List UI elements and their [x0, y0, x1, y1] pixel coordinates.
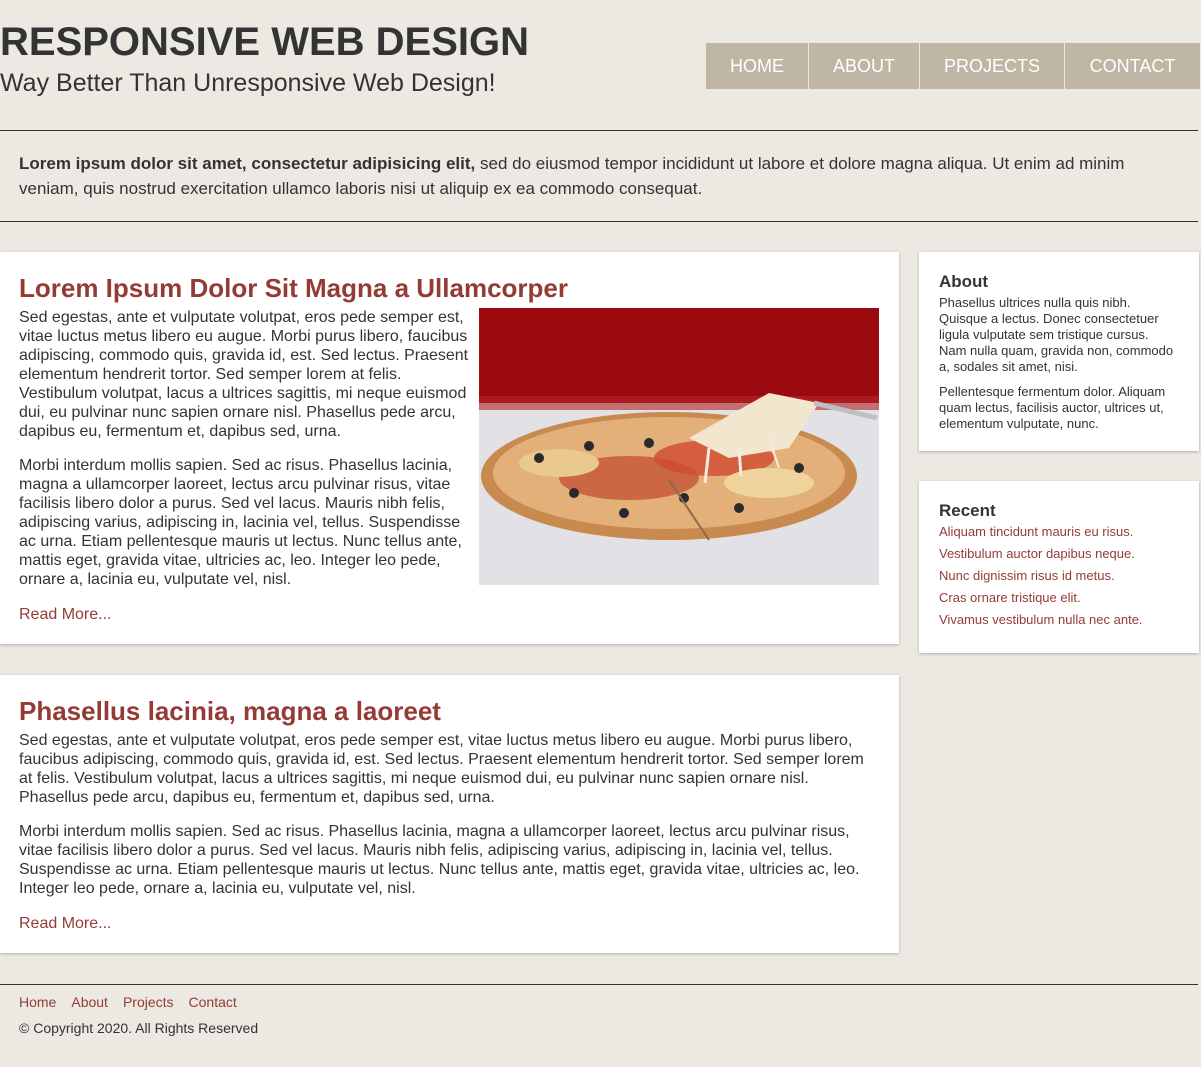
site-tagline: Way Better Than Unresponsive Web Design! [0, 69, 496, 97]
footer-nav: Home About Projects Contact [19, 994, 252, 1010]
footer-link-home[interactable]: Home [19, 994, 56, 1010]
recent-link[interactable]: Vestibulum auctor dapibus neque. [939, 543, 1189, 565]
article-title: Phasellus lacinia, magna a laoreet [19, 696, 441, 726]
footer-link-projects[interactable]: Projects [123, 994, 174, 1010]
footer-divider [0, 984, 1198, 985]
sidebar-heading: Recent [939, 501, 996, 520]
header-divider [0, 130, 1198, 131]
nav-about[interactable]: ABOUT [809, 43, 920, 89]
recent-link[interactable]: Aliquam tincidunt mauris eu risus. [939, 521, 1189, 543]
main-nav: HOME ABOUT PROJECTS CONTACT [706, 43, 1200, 89]
sidebar-paragraph: Pellentesque fermentum dolor. Aliquam qu… [939, 384, 1166, 431]
footer-link-contact[interactable]: Contact [189, 994, 237, 1010]
article-paragraph: Morbi interdum mollis sapien. Sed ac ris… [19, 457, 462, 588]
nav-home[interactable]: HOME [706, 43, 809, 89]
article-card-1: Lorem Ipsum Dolor Sit Magna a Ullamcorpe… [0, 252, 899, 644]
article-card-2: Phasellus lacinia, magna a laoreet Sed e… [0, 675, 899, 953]
sidebar-recent: Recent Aliquam tincidunt mauris eu risus… [919, 481, 1199, 653]
read-more-link[interactable]: Read More... [19, 915, 111, 933]
nav-contact[interactable]: CONTACT [1065, 43, 1200, 89]
intro-text: Lorem ipsum dolor sit amet, consectetur … [19, 151, 1179, 201]
footer-link-about[interactable]: About [71, 994, 108, 1010]
site-title: RESPONSIVE WEB DESIGN [0, 20, 529, 64]
sidebar-heading: About [939, 272, 989, 291]
intro-bold: Lorem ipsum dolor sit amet, consectetur … [19, 154, 476, 173]
recent-link[interactable]: Cras ornare tristique elit. [939, 587, 1189, 609]
article-paragraph: Sed egestas, ante et vulputate volutpat,… [19, 732, 864, 806]
sidebar-about: About Phasellus ultrices nulla quis nibh… [919, 252, 1199, 451]
article-paragraph: Sed egestas, ante et vulputate volutpat,… [19, 309, 469, 440]
nav-projects[interactable]: PROJECTS [920, 43, 1065, 89]
copyright-text: © Copyright 2020. All Rights Reserved [19, 1020, 259, 1036]
article-paragraph: Morbi interdum mollis sapien. Sed ac ris… [19, 823, 860, 897]
pizza-image [479, 308, 879, 585]
read-more-link[interactable]: Read More... [19, 606, 111, 624]
intro-divider [0, 221, 1198, 222]
recent-link[interactable]: Nunc dignissim risus id metus. [939, 565, 1189, 587]
recent-link[interactable]: Vivamus vestibulum nulla nec ante. [939, 609, 1189, 631]
article-title: Lorem Ipsum Dolor Sit Magna a Ullamcorpe… [19, 273, 568, 303]
sidebar-paragraph: Phasellus ultrices nulla quis nibh. Quis… [939, 295, 1174, 374]
